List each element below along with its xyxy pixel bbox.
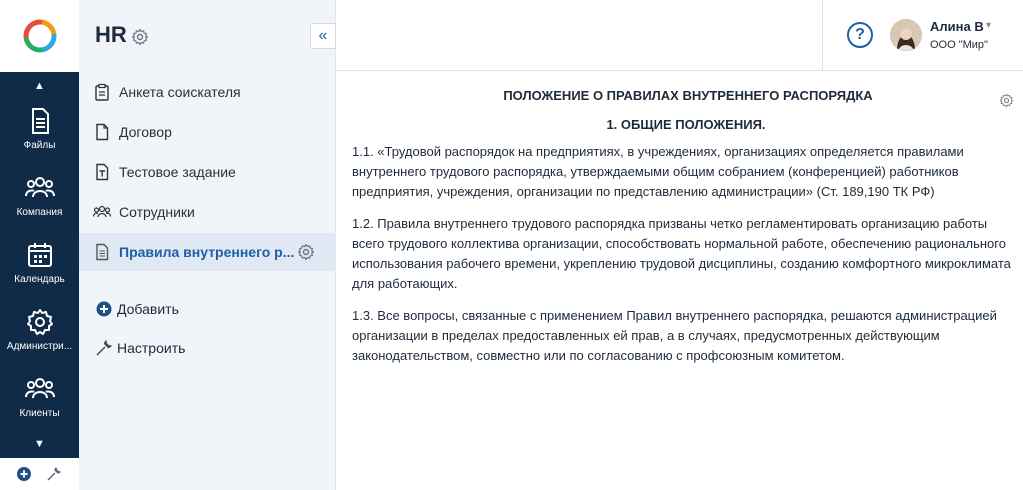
hr-sidebar: HR « Анкета соискателя Договор Тестовое … (79, 0, 336, 490)
sidebar-item-contract[interactable]: Договор (79, 113, 335, 151)
document-paragraph: 1.1. «Трудовой распорядок на предприятия… (352, 144, 964, 199)
user-avatar[interactable] (890, 19, 922, 51)
document-paragraph: 1.3. Все вопросы, связанные с применение… (352, 308, 997, 363)
rail-scroll-up-icon[interactable]: ▲ (0, 76, 79, 96)
configure-label: Настроить (117, 340, 186, 356)
top-header: ? Алина В ▾ ООО "Мир" (336, 0, 1023, 71)
sidebar-item-label: Анкета соискателя (119, 84, 241, 100)
add-circle-icon (96, 301, 112, 317)
sidebar-item-label: Правила внутреннего р... (119, 244, 295, 260)
sidebar-item-label: Договор (119, 124, 172, 140)
sidebar-item-label: Тестовое задание (119, 164, 236, 180)
calendar-icon (27, 243, 52, 267)
section-title: HR (95, 22, 127, 47)
wrench-icon[interactable] (46, 466, 62, 482)
rail-item-files[interactable]: Файлы (0, 106, 79, 168)
rail-item-clients[interactable]: Клиенты (0, 374, 79, 436)
add-circle-icon[interactable] (17, 467, 32, 481)
sidebar-item-internal-rules[interactable]: Правила внутреннего р... (79, 233, 335, 271)
user-name[interactable]: Алина В (930, 19, 984, 34)
document-section-heading: 1. ОБЩИЕ ПОЛОЖЕНИЯ. (606, 117, 766, 132)
help-icon: ? (855, 26, 865, 43)
document-icon (96, 123, 109, 141)
document-title: ПОЛОЖЕНИЕ О ПРАВИЛАХ ВНУТРЕННЕГО РАСПОРЯ… (503, 88, 873, 103)
rail-item-company[interactable]: Компания (0, 173, 79, 235)
logo-icon (23, 19, 56, 53)
people-icon (93, 205, 111, 218)
user-menu-chevron-icon[interactable]: ▾ (986, 20, 991, 31)
item-settings-gear-icon[interactable] (297, 243, 315, 261)
avatar-photo-icon (890, 19, 922, 51)
rail-item-label: Администри... (6, 341, 73, 352)
test-file-icon (96, 163, 109, 181)
sidebar-item-applicant-form[interactable]: Анкета соискателя (79, 73, 335, 111)
people-icon (24, 378, 55, 399)
sidebar-item-employees[interactable]: Сотрудники (79, 193, 335, 231)
app-rail: ▲ Файлы Компания Календарь Администри...… (0, 0, 79, 490)
configure-button[interactable]: Настроить (95, 339, 185, 357)
double-chevron-left-icon: « (318, 27, 328, 44)
gear-icon (26, 309, 53, 335)
rail-item-admin[interactable]: Администри... (0, 307, 79, 369)
app-logo[interactable] (0, 0, 79, 72)
document-content: ПОЛОЖЕНИЕ О ПРАВИЛАХ ВНУТРЕННЕГО РАСПОРЯ… (352, 88, 1020, 366)
header-divider (822, 0, 823, 71)
rail-item-label: Календарь (14, 274, 65, 285)
rail-item-label: Компания (16, 207, 63, 218)
help-button[interactable]: ? (847, 22, 873, 48)
rail-bottom-bar (0, 458, 79, 490)
add-label: Добавить (117, 301, 179, 317)
collapse-sidebar-button[interactable]: « (310, 23, 336, 49)
file-icon (31, 108, 49, 134)
section-settings-gear-icon[interactable] (131, 28, 149, 46)
clipboard-icon (95, 83, 109, 101)
document-lines-icon (96, 243, 109, 261)
wrench-icon (96, 340, 112, 356)
user-organization: ООО "Мир" (930, 39, 988, 51)
people-icon (24, 177, 55, 198)
sidebar-item-label: Сотрудники (119, 204, 195, 220)
rail-item-label: Клиенты (19, 408, 60, 419)
document-paragraph: 1.2. Правила внутреннего трудового распо… (352, 216, 1011, 291)
add-button[interactable]: Добавить (95, 300, 179, 318)
rail-item-label: Файлы (23, 140, 56, 151)
rail-item-calendar[interactable]: Календарь (0, 240, 79, 302)
sidebar-item-test-task[interactable]: Тестовое задание (79, 153, 335, 191)
rail-scroll-down-icon[interactable]: ▼ (0, 434, 79, 454)
